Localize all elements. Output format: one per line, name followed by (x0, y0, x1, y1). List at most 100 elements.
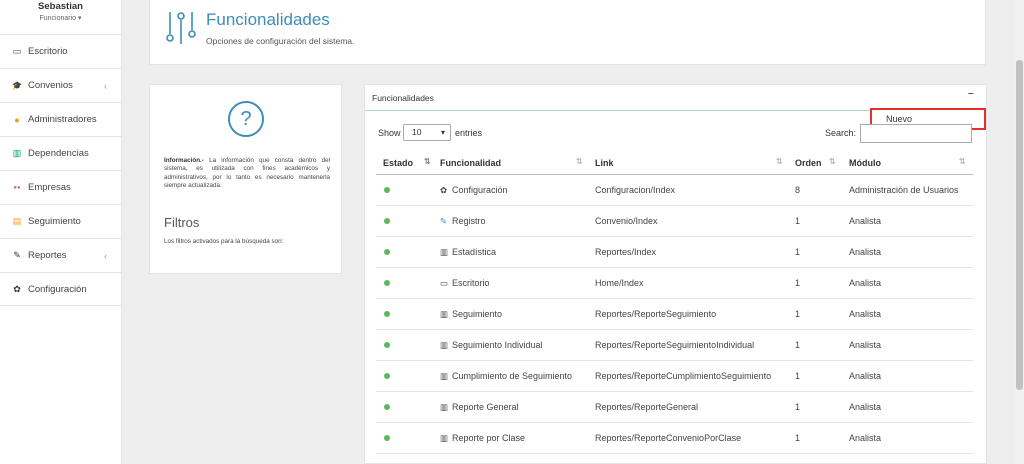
function-name: Seguimiento (452, 309, 503, 319)
cell-modulo: Analista (849, 433, 882, 443)
table-row[interactable]: ▥ Estadística Reportes/Index 1 Analista (376, 237, 973, 268)
sidebar-item-label: Empresas (28, 182, 71, 193)
panel-title: Funcionalidades (372, 93, 434, 103)
function-name: Escritorio (452, 278, 490, 288)
cell-link: Reportes/ReporteSeguimientoIndividual (595, 340, 755, 350)
cell-funcionalidad: ▭ Escritorio (440, 278, 490, 289)
panel-menu-button[interactable]: – (968, 88, 974, 99)
sort-icon[interactable]: ⇅ (829, 157, 836, 166)
function-name: Reporte General (452, 402, 519, 412)
status-active-dot (384, 218, 390, 224)
col-funcionalidad[interactable]: Funcionalidad (440, 158, 501, 168)
page-title: Funcionalidades (206, 10, 330, 29)
function-name: Cumplimiento de Seguimiento (452, 371, 573, 381)
cell-modulo: Analista (849, 371, 882, 381)
chevron-left-icon[interactable]: ‹ (104, 81, 107, 91)
status-active-dot (384, 280, 390, 286)
col-modulo[interactable]: Módulo (849, 158, 881, 168)
gear-icon: ✿ (13, 283, 21, 294)
cell-orden: 1 (795, 402, 801, 412)
pencil-icon: ✎ (13, 250, 21, 260)
cell-funcionalidad: ✎ Registro (440, 216, 486, 227)
cell-modulo: Administración de Usuarios (849, 185, 959, 195)
status-active-dot (384, 249, 390, 255)
new-item-button[interactable]: Nuevo (886, 114, 912, 124)
cell-link: Reportes/ReporteSeguimiento (595, 309, 717, 319)
sliders-icon (166, 12, 196, 44)
sidebar-item-empresas[interactable]: ●● Empresas (0, 170, 121, 204)
cell-modulo: Analista (849, 340, 882, 350)
cell-orden: 1 (795, 371, 801, 381)
cell-link: Reportes/ReporteGeneral (595, 402, 699, 412)
monitor-icon: ▭ (440, 278, 449, 288)
users-icon: ●● (13, 184, 21, 191)
cell-funcionalidad: ▥ Seguimiento Individual (440, 340, 543, 351)
function-name: Configuración (452, 185, 508, 195)
table-row[interactable]: ✎ Registro Convenio/Index 1 Analista (376, 206, 973, 237)
sort-icon[interactable]: ⇅ (959, 157, 966, 166)
table-row[interactable]: ▥ Seguimiento Individual Reportes/ReporteS… (376, 330, 973, 361)
sidebar-item-seguimiento[interactable]: ▤ Seguimiento (0, 204, 121, 238)
table-row[interactable]: ✿ Configuración Configuracion/Index 8 Admini… (376, 175, 973, 206)
sidebar-item-convenios[interactable]: 🎓 Convenios ‹ (0, 68, 121, 102)
page-scrollbar-thumb[interactable] (1016, 60, 1023, 390)
page-size-select[interactable]: 10 ▾ (403, 124, 451, 141)
function-name: Seguimiento Individual (452, 340, 543, 350)
sort-icon[interactable]: ⇅ (776, 157, 783, 166)
bar-chart-icon: ▥ (440, 402, 449, 412)
show-label: Show (378, 128, 401, 138)
cell-modulo: Analista (849, 309, 882, 319)
bar-chart-icon: ▥ (440, 371, 449, 381)
sort-asc-icon[interactable]: ⇅ (424, 157, 431, 166)
table-row[interactable]: ▥ Cumplimiento de Seguimiento Reportes/Rep… (376, 361, 973, 392)
sidebar-item-administradores[interactable]: ● Administradores (0, 102, 121, 136)
user-block[interactable]: Sebastian Funcionario ▾ (0, 0, 121, 34)
edit-icon: ✎ (440, 216, 448, 226)
col-link[interactable]: Link (595, 158, 614, 168)
table-row[interactable]: ▥ Reporte por Clase Reportes/ReporteConven… (376, 423, 973, 454)
user-role-menu[interactable]: Funcionario ▾ (0, 14, 121, 22)
cell-link: Home/Index (595, 278, 644, 288)
bank-icon: ▥ (12, 148, 22, 158)
sidebar: Sebastian Funcionario ▾ ▭ Escritorio 🎓 Conv… (0, 0, 122, 464)
sidebar-item-reportes[interactable]: ✎ Reportes ‹ (0, 238, 121, 272)
search-label: Search: (825, 128, 857, 138)
table-header: Estado ⇅ Funcionalidad ⇅ Link ⇅ Orden ⇅ … (376, 151, 973, 175)
cell-orden: 1 (795, 216, 801, 226)
sidebar-item-label: Seguimiento (28, 216, 81, 227)
sidebar-item-escritorio[interactable]: ▭ Escritorio (0, 34, 121, 68)
search-input[interactable] (860, 124, 972, 143)
col-estado[interactable]: Estado (383, 158, 413, 168)
page-size-value: 10 (412, 127, 422, 137)
bar-chart-icon: ▥ (440, 309, 449, 319)
gear-icon: ✿ (440, 185, 448, 195)
status-active-dot (384, 435, 390, 441)
info-text: Información.- La información que consta … (164, 157, 330, 191)
filters-text: Los filtros activados para la búsqueda s… (164, 238, 284, 245)
sidebar-item-dependencias[interactable]: ▥ Dependencias (0, 136, 121, 170)
col-orden[interactable]: Orden (795, 158, 822, 168)
sidebar-item-label: Administradores (28, 114, 97, 125)
cell-funcionalidad: ▥ Seguimiento (440, 309, 502, 320)
cell-modulo: Analista (849, 247, 882, 257)
sidebar-item-label: Dependencias (28, 148, 89, 159)
info-label: Información.- (164, 157, 204, 164)
cell-link: Configuracion/Index (595, 185, 676, 195)
function-name: Registro (452, 216, 486, 226)
sidebar-item-label: Escritorio (28, 46, 68, 57)
status-active-dot (384, 373, 390, 379)
user-name: Sebastian (38, 1, 83, 12)
cell-link: Reportes/ReporteConvenioPorClase (595, 433, 742, 443)
cell-orden: 8 (795, 185, 801, 195)
table-row[interactable]: ▭ Escritorio Home/Index 1 Analista (376, 268, 973, 299)
entries-label: entries (455, 128, 483, 138)
status-active-dot (384, 187, 390, 193)
list-icon: ▤ (12, 216, 22, 226)
page-subtitle: Opciones de configuración del sistema. (206, 36, 355, 46)
cell-orden: 1 (795, 340, 801, 350)
sort-icon[interactable]: ⇅ (576, 157, 583, 166)
table-row[interactable]: ▥ Reporte General Reportes/ReporteGeneral 1… (376, 392, 973, 423)
table-row[interactable]: ▥ Seguimiento Reportes/ReporteSeguimiento 1… (376, 299, 973, 330)
sidebar-item-configuracion[interactable]: ✿ Configuración (0, 272, 121, 306)
chevron-left-icon[interactable]: ‹ (104, 251, 107, 261)
